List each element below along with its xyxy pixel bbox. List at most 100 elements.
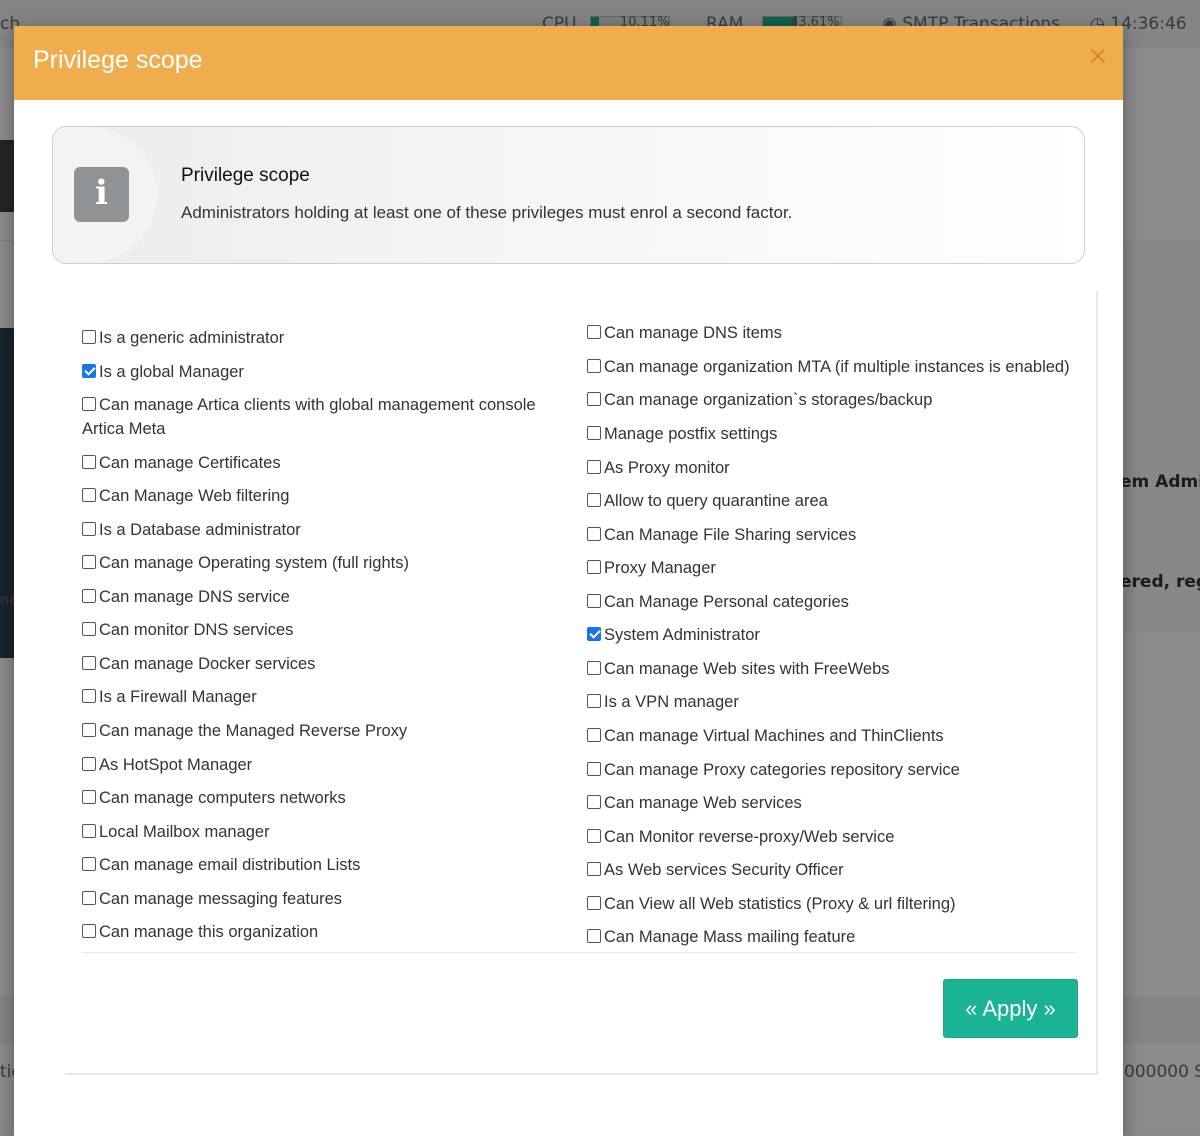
info-callout: i Privilege scope Administrators holding… xyxy=(52,126,1085,264)
privilege-label: Can manage Proxy categories repository s… xyxy=(604,761,960,779)
privilege-option[interactable]: Can manage computers networks xyxy=(82,786,552,810)
privilege-option[interactable]: Can Manage Web filtering xyxy=(82,484,552,508)
privilege-option[interactable]: Manage postfix settings xyxy=(587,422,1087,446)
privilege-option[interactable]: Can manage organization MTA (if multiple… xyxy=(587,355,1087,379)
info-icon-box: i xyxy=(74,167,129,222)
privilege-option[interactable]: Can manage DNS items xyxy=(587,321,1087,345)
checkbox[interactable] xyxy=(82,488,96,502)
checkbox[interactable] xyxy=(587,493,601,507)
privilege-option[interactable]: Can Manage Personal categories xyxy=(587,590,1087,614)
checkbox[interactable] xyxy=(82,924,96,938)
privilege-option[interactable]: Is a Firewall Manager xyxy=(82,685,552,709)
checkbox[interactable] xyxy=(587,694,601,708)
checkbox[interactable] xyxy=(82,857,96,871)
privilege-option[interactable]: As Web services Security Officer xyxy=(587,858,1087,882)
privilege-label: Can manage this organization xyxy=(99,923,319,941)
checkbox[interactable] xyxy=(82,689,96,703)
privilege-label: Can manage Web sites with FreeWebs xyxy=(604,660,890,678)
checkbox[interactable] xyxy=(82,790,96,804)
privilege-option[interactable]: Can manage Docker services xyxy=(82,652,552,676)
privileges-form: Is a generic administrator Is a global Ma… xyxy=(65,291,1098,1075)
privilege-label: Can View all Web statistics (Proxy & url… xyxy=(604,895,956,913)
privilege-label: Can manage DNS items xyxy=(604,324,782,342)
privilege-option[interactable]: Can manage Web services xyxy=(587,791,1087,815)
checkbox[interactable] xyxy=(587,460,601,474)
checkbox[interactable] xyxy=(82,397,96,411)
checkbox[interactable] xyxy=(587,325,601,339)
privilege-option[interactable]: Can manage organization`s storages/backu… xyxy=(587,388,1087,412)
privilege-option[interactable]: Can Manage Mass mailing feature xyxy=(587,925,1087,949)
privilege-option[interactable]: Is a VPN manager xyxy=(587,690,1087,714)
checkbox[interactable] xyxy=(587,762,601,776)
checkbox[interactable] xyxy=(587,896,601,910)
checkbox[interactable] xyxy=(82,656,96,670)
privilege-label: Allow to query quarantine area xyxy=(604,492,828,510)
privilege-option[interactable]: Is a global Manager xyxy=(82,360,552,384)
privilege-label: Can manage Artica clients with global ma… xyxy=(82,396,536,438)
checkbox[interactable] xyxy=(587,661,601,675)
checkbox[interactable] xyxy=(82,723,96,737)
privilege-option[interactable]: Is a Database administrator xyxy=(82,518,552,542)
privilege-label: As HotSpot Manager xyxy=(99,756,253,774)
privilege-option[interactable]: Can View all Web statistics (Proxy & url… xyxy=(587,892,1087,916)
checkbox[interactable] xyxy=(82,824,96,838)
checkbox[interactable] xyxy=(82,891,96,905)
checkbox[interactable] xyxy=(587,829,601,843)
checkbox[interactable] xyxy=(587,728,601,742)
privilege-option[interactable]: Can manage email distribution Lists xyxy=(82,853,552,877)
checkbox[interactable] xyxy=(82,555,96,569)
checkbox[interactable] xyxy=(587,392,601,406)
checkbox-checked[interactable] xyxy=(587,627,601,641)
privilege-label: Can manage DNS service xyxy=(99,588,290,606)
privilege-option[interactable]: Can manage messaging features xyxy=(82,887,552,911)
checkbox[interactable] xyxy=(587,862,601,876)
checkbox[interactable] xyxy=(82,455,96,469)
checkbox[interactable] xyxy=(82,622,96,636)
privilege-option[interactable]: Can manage Web sites with FreeWebs xyxy=(587,657,1087,681)
info-icon: i xyxy=(95,173,108,213)
close-icon[interactable]: × xyxy=(1087,41,1109,71)
privilege-option[interactable]: Can Monitor reverse-proxy/Web service xyxy=(587,825,1087,849)
privilege-option[interactable]: System Administrator xyxy=(587,623,1087,647)
privilege-option[interactable]: Can manage Virtual Machines and ThinClie… xyxy=(587,724,1087,748)
checkbox[interactable] xyxy=(587,527,601,541)
privilege-option[interactable]: Can manage Artica clients with global ma… xyxy=(82,393,552,441)
privilege-label: Is a Firewall Manager xyxy=(99,688,257,706)
privilege-option[interactable]: Can manage Operating system (full rights… xyxy=(82,551,552,575)
privilege-option[interactable]: Can manage DNS service xyxy=(82,585,552,609)
checkbox[interactable] xyxy=(587,594,601,608)
apply-button[interactable]: « Apply » xyxy=(943,979,1078,1038)
privilege-option[interactable]: Local Mailbox manager xyxy=(82,820,552,844)
privilege-option[interactable]: Can manage Proxy categories repository s… xyxy=(587,758,1087,782)
checkbox[interactable] xyxy=(587,560,601,574)
privilege-option[interactable]: Can Manage File Sharing services xyxy=(587,523,1087,547)
checkbox-checked[interactable] xyxy=(82,364,96,378)
privilege-label: Can manage the Managed Reverse Proxy xyxy=(99,722,408,740)
checkbox[interactable] xyxy=(82,522,96,536)
callout-text: Administrators holding at least one of t… xyxy=(181,203,793,222)
privilege-option[interactable]: As HotSpot Manager xyxy=(82,753,552,777)
privilege-option[interactable]: Can manage this organization xyxy=(82,920,552,944)
checkbox[interactable] xyxy=(82,589,96,603)
privilege-option[interactable]: As Proxy monitor xyxy=(587,456,1087,480)
privilege-label: Is a global Manager xyxy=(99,363,244,381)
privilege-option[interactable]: Can manage Certificates xyxy=(82,451,552,475)
checkbox[interactable] xyxy=(587,359,601,373)
privilege-option[interactable]: Allow to query quarantine area xyxy=(587,489,1087,513)
checkbox[interactable] xyxy=(587,426,601,440)
checkbox[interactable] xyxy=(587,795,601,809)
privilege-label: System Administrator xyxy=(604,626,760,644)
privilege-option[interactable]: Is a generic administrator xyxy=(82,326,552,350)
privilege-option[interactable]: Can monitor DNS services xyxy=(82,618,552,642)
privilege-label: Is a Database administrator xyxy=(99,521,301,539)
checkbox[interactable] xyxy=(587,929,601,943)
privilege-option[interactable]: Can manage the Managed Reverse Proxy xyxy=(82,719,552,743)
privilege-label: Can manage organization`s storages/backu… xyxy=(604,391,933,409)
privilege-label: Can Manage Mass mailing feature xyxy=(604,928,856,946)
privilege-label: Proxy Manager xyxy=(604,559,716,577)
checkbox[interactable] xyxy=(82,330,96,344)
checkbox[interactable] xyxy=(82,757,96,771)
privilege-label: Can Manage File Sharing services xyxy=(604,526,857,544)
privilege-option[interactable]: Proxy Manager xyxy=(587,556,1087,580)
privilege-label: Can Manage Personal categories xyxy=(604,593,849,611)
